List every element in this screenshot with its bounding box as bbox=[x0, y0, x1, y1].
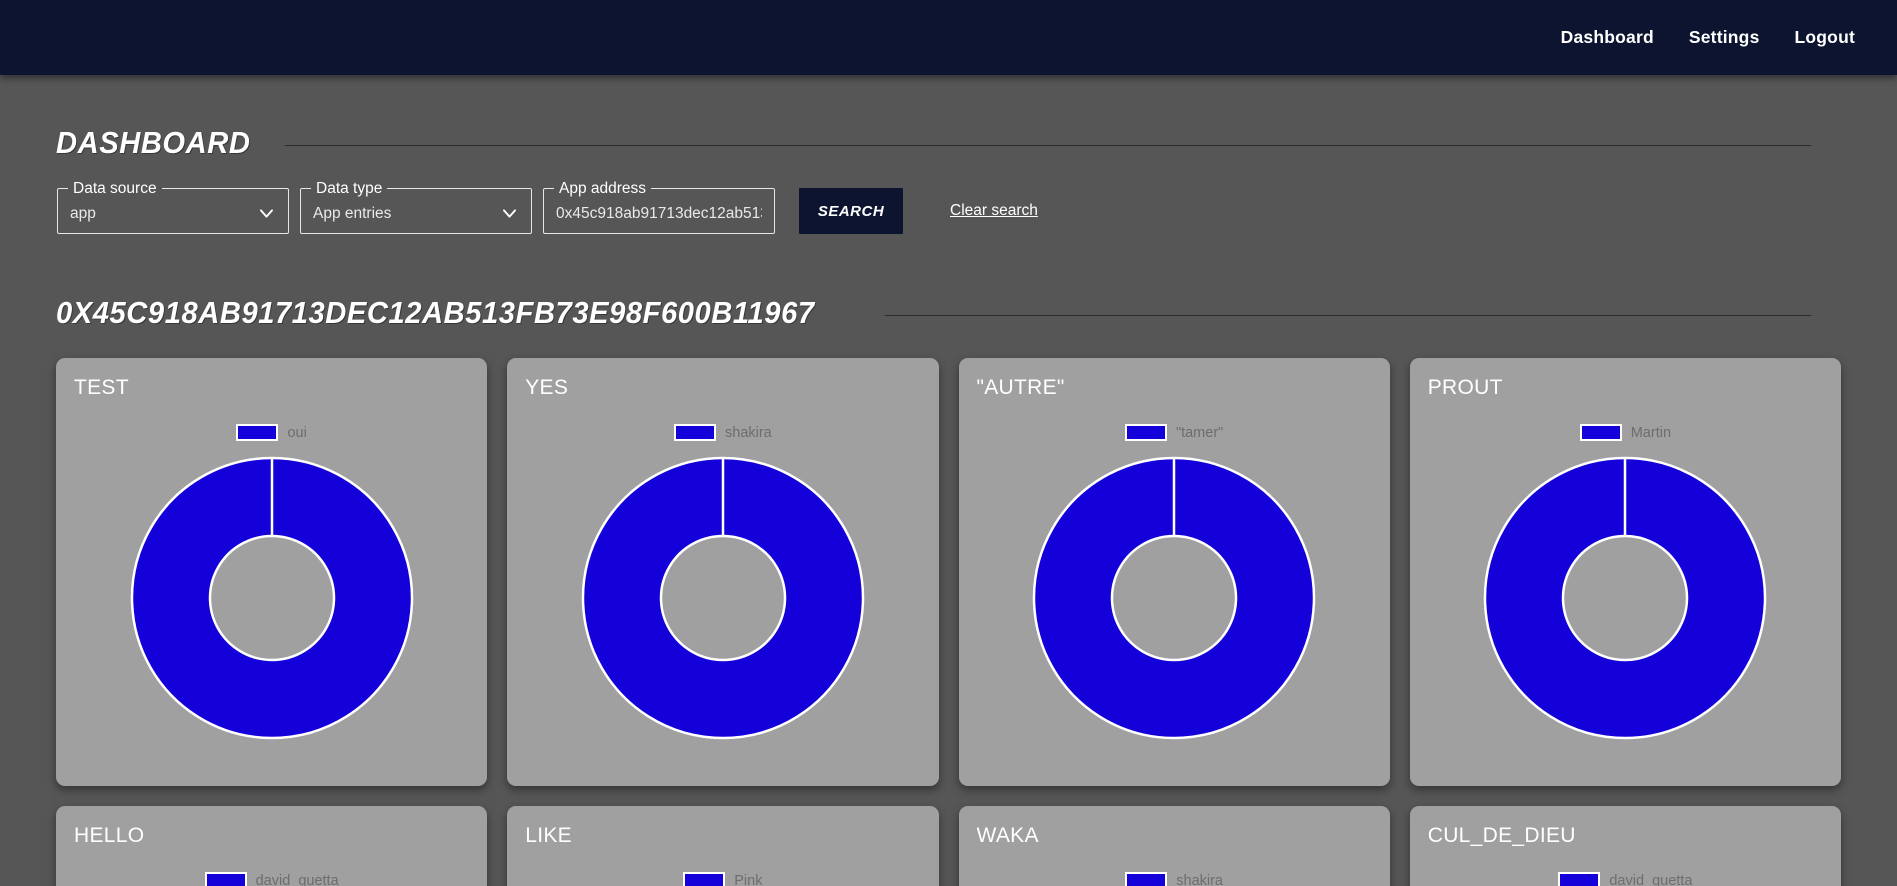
address-heading-divider bbox=[885, 314, 1811, 316]
chevron-down-icon[interactable] bbox=[257, 204, 276, 223]
donut-chart[interactable] bbox=[74, 453, 469, 743]
chart-card[interactable]: PROUT Martin bbox=[1409, 358, 1841, 786]
page-title: DASHBOARD bbox=[56, 125, 251, 160]
legend-label: Pink bbox=[734, 872, 763, 886]
legend-swatch bbox=[204, 872, 247, 886]
chart-card-grid: TEST oui YES shakira "AUTRE" "tamer" PROUT Mart… bbox=[56, 358, 1841, 886]
chart-card-title: CUL_DE_DIEU bbox=[1427, 824, 1576, 847]
chart-legend: shakira bbox=[977, 872, 1372, 886]
nav-link-dashboard[interactable]: Dashboard bbox=[1561, 27, 1654, 48]
chart-legend: david_guetta bbox=[1428, 872, 1823, 886]
legend-label: Martin bbox=[1630, 424, 1672, 441]
chart-card[interactable]: HELLO david_guetta bbox=[56, 806, 488, 886]
chart-card[interactable]: YES shakira bbox=[507, 358, 939, 786]
data-source-label: Data source bbox=[68, 179, 162, 198]
legend-swatch bbox=[1124, 424, 1167, 441]
legend-swatch bbox=[674, 424, 716, 441]
legend-label: "tamer" bbox=[1175, 424, 1224, 441]
search-form: Data source app Data type App entries Ap… bbox=[56, 179, 1841, 234]
legend-label: david_guetta bbox=[255, 872, 339, 886]
chart-card[interactable]: "AUTRE" "tamer" bbox=[958, 358, 1390, 786]
chart-card-title: YES bbox=[525, 376, 569, 399]
chart-legend: "tamer" bbox=[977, 424, 1372, 441]
chart-legend: shakira bbox=[525, 424, 920, 441]
data-source-value: app bbox=[70, 204, 96, 222]
dashboard-heading: DASHBOARD bbox=[56, 125, 1841, 161]
chart-card-title: PROUT bbox=[1427, 376, 1503, 399]
data-source-select[interactable]: Data source app bbox=[57, 179, 289, 234]
chevron-down-icon[interactable] bbox=[500, 204, 519, 223]
chart-card-title: "AUTRE" bbox=[976, 376, 1065, 399]
chart-card-title: WAKA bbox=[976, 824, 1039, 847]
donut-chart[interactable] bbox=[525, 453, 920, 743]
chart-legend: Martin bbox=[1428, 424, 1823, 441]
search-button[interactable]: SEARCH bbox=[799, 188, 903, 234]
legend-swatch bbox=[1125, 872, 1168, 886]
legend-label: oui bbox=[287, 424, 307, 441]
nav-link-settings[interactable]: Settings bbox=[1689, 27, 1760, 48]
nav-link-logout[interactable]: Logout bbox=[1795, 27, 1855, 48]
clear-search-link[interactable]: Clear search bbox=[950, 202, 1038, 220]
chart-legend: Pink bbox=[525, 872, 920, 886]
chart-card[interactable]: LIKE Pink bbox=[507, 806, 939, 886]
top-navbar: Dashboard Settings Logout bbox=[0, 0, 1897, 75]
legend-label: shakira bbox=[1176, 872, 1223, 886]
legend-swatch bbox=[683, 872, 726, 886]
data-type-value: App entries bbox=[313, 204, 392, 222]
chart-card[interactable]: TEST oui bbox=[56, 358, 488, 786]
donut-chart[interactable] bbox=[1428, 453, 1823, 743]
app-address-title: 0X45C918AB91713DEC12AB513FB73E98F600B119… bbox=[56, 295, 815, 330]
app-address-label: App address bbox=[554, 179, 652, 198]
chart-card-title: HELLO bbox=[74, 824, 145, 847]
chart-card[interactable]: CUL_DE_DIEU david_guetta bbox=[1409, 806, 1841, 886]
data-type-select[interactable]: Data type App entries bbox=[300, 179, 532, 234]
donut-chart[interactable] bbox=[977, 453, 1372, 743]
chart-legend: oui bbox=[74, 424, 469, 441]
legend-label: shakira bbox=[725, 424, 772, 441]
heading-divider bbox=[284, 144, 1811, 146]
page-body: DASHBOARD Data source app Data type App … bbox=[0, 125, 1897, 886]
legend-label: david_guetta bbox=[1609, 872, 1693, 886]
app-address-input[interactable] bbox=[556, 199, 762, 223]
legend-swatch bbox=[1579, 424, 1622, 441]
chart-card-title: LIKE bbox=[525, 824, 572, 847]
legend-swatch bbox=[1558, 872, 1601, 886]
data-type-label: Data type bbox=[311, 179, 388, 198]
app-address-field[interactable]: App address bbox=[543, 179, 775, 234]
chart-legend: david_guetta bbox=[74, 872, 469, 886]
legend-swatch bbox=[236, 424, 279, 441]
address-heading: 0X45C918AB91713DEC12AB513FB73E98F600B119… bbox=[56, 295, 1841, 331]
chart-card[interactable]: WAKA shakira bbox=[958, 806, 1390, 886]
nav-links: Dashboard Settings Logout bbox=[1561, 27, 1855, 48]
chart-card-title: TEST bbox=[74, 376, 129, 399]
